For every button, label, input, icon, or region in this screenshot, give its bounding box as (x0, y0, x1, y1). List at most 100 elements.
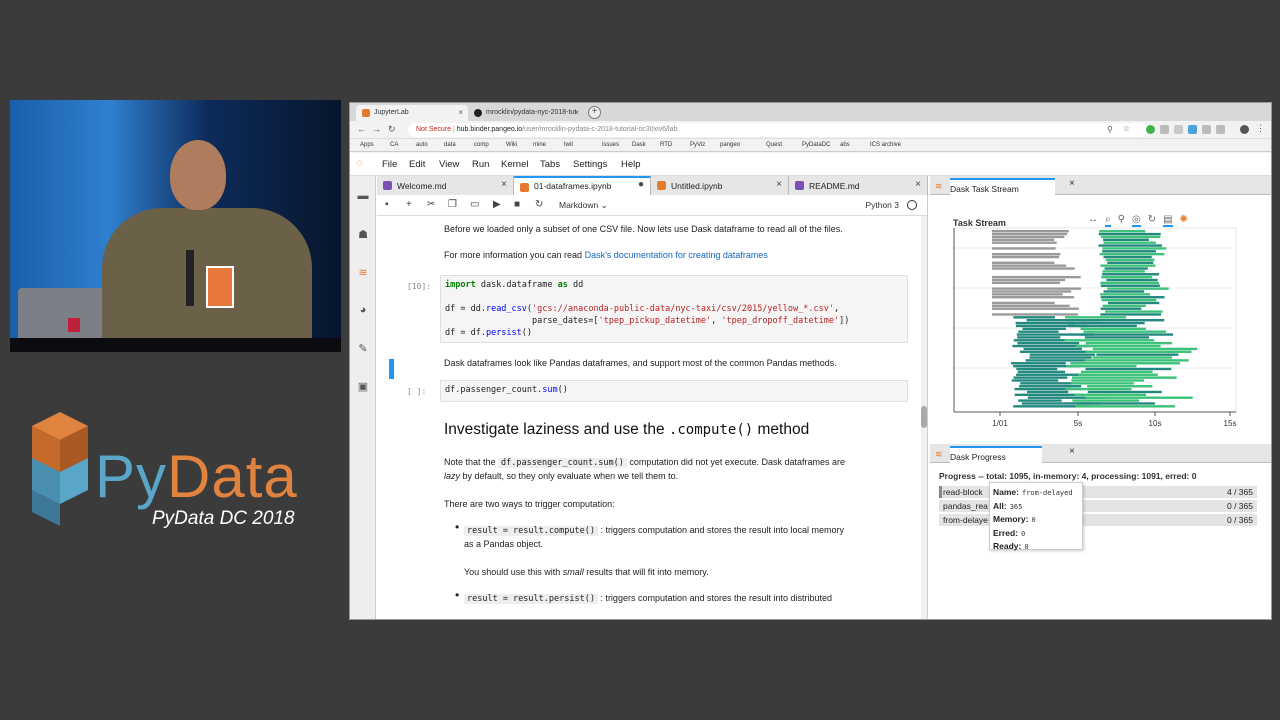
doc-tab-01-dataframes[interactable]: 01-dataframes.ipynb ● (514, 176, 651, 195)
task-bar (1023, 347, 1082, 351)
wheel-zoom-icon[interactable]: ⚲ (1118, 214, 1125, 225)
close-icon[interactable]: × (574, 108, 579, 117)
bookmark-item[interactable]: RTD (660, 142, 672, 148)
not-secure-label: Not Secure (416, 126, 452, 133)
restart-icon[interactable]: ↻ (535, 199, 543, 210)
paragraph-text: For more information you can read (444, 250, 585, 260)
running-icon[interactable]: ☗ (356, 228, 370, 242)
tabs-icon[interactable]: ▣ (356, 380, 370, 394)
scrollbar-thumb[interactable] (921, 406, 927, 428)
cut-icon[interactable]: ✂ (427, 199, 435, 210)
menu-tabs[interactable]: Tabs (540, 159, 560, 170)
bookmark-item[interactable]: Wiki (506, 142, 517, 148)
dask-docs-link[interactable]: Dask's documentation for creating datafr… (585, 250, 768, 260)
x-tick-label: 10s (1149, 419, 1162, 428)
progress-row[interactable]: pandas_rea 0 / 365 (939, 500, 1257, 512)
reset-icon[interactable]: ↻ (1148, 214, 1156, 225)
bookmark-item[interactable]: Dask (632, 142, 646, 148)
wrench-icon[interactable]: ✎ (356, 342, 370, 356)
task-bar (992, 232, 1068, 236)
bookmark-item[interactable]: twit (564, 142, 573, 148)
task-bar (1018, 399, 1062, 402)
close-icon[interactable]: × (776, 179, 782, 190)
bookmark-item[interactable]: ICS archive (870, 142, 901, 148)
extension-icon[interactable] (1202, 125, 1211, 134)
task-bar (1083, 330, 1166, 333)
close-icon[interactable]: × (1069, 178, 1075, 189)
emphasis-text: lazy (444, 471, 461, 481)
task-stream-plot[interactable]: 1/01 5s 10s 15s (930, 226, 1270, 436)
add-cell-icon[interactable]: + (406, 199, 412, 210)
bookmark-item[interactable]: pangeo (720, 142, 740, 148)
bookmark-item[interactable]: PyDataDC (802, 142, 830, 148)
extension-icon[interactable] (1160, 125, 1169, 134)
profile-icon[interactable] (1240, 125, 1249, 134)
paragraph-text: computation did not yet execute. Dask da… (626, 457, 845, 467)
close-icon[interactable]: × (501, 179, 507, 190)
pan-icon[interactable]: ↔ (1088, 214, 1098, 225)
menu-kernel[interactable]: Kernel (501, 159, 528, 170)
notebook-cells[interactable]: Before we loaded only a subset of one CS… (377, 216, 922, 619)
menu-settings[interactable]: Settings (573, 159, 607, 170)
bookmark-item[interactable]: comp (474, 142, 489, 148)
menu-view[interactable]: View (439, 159, 459, 170)
task-bar (1070, 362, 1180, 365)
forward-icon[interactable]: → (372, 124, 381, 134)
new-tab-button[interactable]: + (588, 106, 601, 119)
extension-icon[interactable] (1146, 125, 1155, 134)
bookmark-item[interactable]: auto (416, 142, 428, 148)
copy-icon[interactable]: ❐ (448, 199, 457, 210)
menu-help[interactable]: Help (621, 159, 641, 170)
stop-icon[interactable]: ■ (514, 199, 520, 210)
task-stream-tab[interactable]: Dask Task Stream (950, 178, 1055, 195)
bookmark-item[interactable]: abs (840, 142, 850, 148)
bookmark-item[interactable]: mine (533, 142, 546, 148)
section-heading: Investigate laziness and use the .comput… (444, 421, 809, 439)
unsaved-dot-icon[interactable]: ● (638, 179, 644, 190)
menu-run[interactable]: Run (472, 159, 489, 170)
code-cell-passenger-sum[interactable]: df.passenger_count.sum() (440, 380, 908, 402)
task-bar (1096, 353, 1179, 356)
extension-icon[interactable] (1216, 125, 1225, 134)
folder-icon[interactable]: ▬ (356, 190, 370, 204)
task-bar (992, 278, 1066, 282)
reload-icon[interactable]: ↻ (388, 124, 396, 135)
notebook-scrollbar[interactable] (921, 216, 927, 619)
browser-menu-icon[interactable]: ⋮ (1256, 123, 1265, 134)
extension-icon[interactable] (1174, 125, 1183, 134)
extension-icon[interactable] (1188, 125, 1197, 134)
bookmark-item[interactable]: PyViz (690, 142, 705, 148)
palette-icon[interactable]: ◕ (356, 304, 370, 318)
task-bar (1080, 370, 1153, 374)
browser-tab-github[interactable]: mrocklin/pydata-nyc-2018-tut × (468, 105, 584, 121)
x-tick-label: 15s (1224, 419, 1237, 428)
paste-icon[interactable]: ▭ (470, 199, 479, 210)
doc-tab-untitled[interactable]: Untitled.ipynb × (651, 176, 789, 195)
bookmark-item[interactable]: issues (602, 142, 619, 148)
kernel-name[interactable]: Python 3 (865, 200, 899, 210)
doc-tab-welcome[interactable]: Welcome.md × (377, 176, 514, 195)
zoom-icon[interactable]: ⚲ (1107, 125, 1113, 134)
dask-icon[interactable]: ≋ (356, 266, 370, 280)
run-icon[interactable]: ▶ (493, 199, 501, 210)
back-icon[interactable]: ← (357, 124, 366, 134)
url-input[interactable]: Not Secure | hub.binder.pangeo.io/user/m… (408, 123, 1148, 137)
bookmark-item[interactable]: Apps (360, 142, 374, 148)
progress-tab[interactable]: Dask Progress (950, 446, 1042, 463)
close-icon[interactable]: × (1069, 446, 1075, 457)
cell-type-select[interactable]: Markdown ⌄ (559, 200, 608, 211)
bookmark-star-icon[interactable]: ☆ (1123, 124, 1130, 133)
close-icon[interactable]: × (915, 179, 921, 190)
bookmark-item[interactable]: data (444, 142, 456, 148)
bookmark-item[interactable]: CA (390, 142, 398, 148)
close-icon[interactable]: × (458, 108, 463, 117)
progress-row[interactable]: from-delaye 0 / 365 (939, 514, 1257, 526)
progress-row[interactable]: read-block 4 / 365 (939, 486, 1257, 498)
browser-tab-jupyterlab[interactable]: JupyterLab × (356, 105, 468, 121)
bookmark-item[interactable]: Quest (766, 142, 782, 148)
doc-tab-readme[interactable]: README.md × (789, 176, 928, 195)
save-icon[interactable]: ▪ (385, 199, 389, 210)
code-cell-read-csv[interactable]: import dask.dataframe as dd df = dd.read… (440, 275, 908, 343)
menu-file[interactable]: File (382, 159, 397, 170)
menu-edit[interactable]: Edit (409, 159, 425, 170)
